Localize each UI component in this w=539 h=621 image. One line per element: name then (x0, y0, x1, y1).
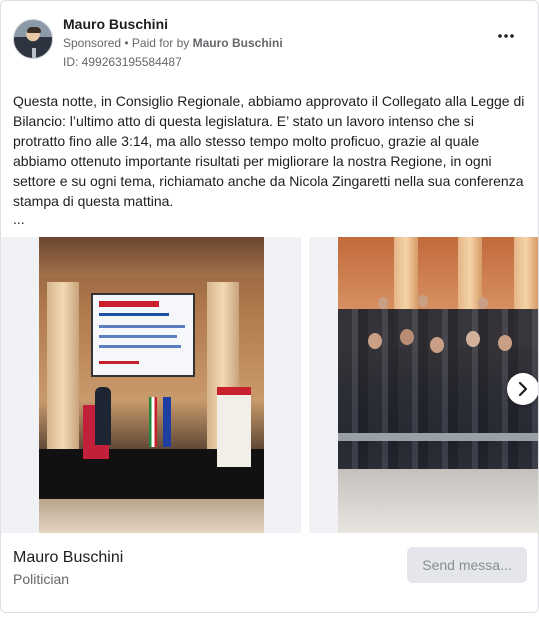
chevron-right-icon[interactable] (507, 373, 538, 405)
paid-for-prefix: • Paid for by (124, 36, 190, 50)
carousel-slide-1[interactable] (1, 237, 301, 533)
carousel-slide-2[interactable] (309, 237, 538, 533)
post-text: Questa notte, in Consiglio Regionale, ab… (13, 93, 525, 209)
ad-id: ID: 499263195584487 (63, 55, 182, 69)
paid-for-by-name: Mauro Buschini (192, 36, 283, 50)
post-header: Mauro Buschini Sponsored • Paid for by M… (13, 13, 526, 73)
page-name[interactable]: Mauro Buschini (13, 549, 123, 567)
author-avatar[interactable] (13, 19, 53, 59)
sponsored-label: Sponsored (63, 36, 122, 50)
sponsored-line: Sponsored • Paid for by Mauro Buschini (63, 36, 283, 50)
conference-stage-photo (39, 237, 264, 533)
see-more-ellipsis[interactable]: ... (13, 209, 25, 229)
image-carousel (1, 237, 538, 537)
author-name[interactable]: Mauro Buschini (63, 16, 168, 32)
send-message-button[interactable]: Send messa... (407, 547, 527, 583)
ad-footer: Mauro Buschini Politician Send messa... (1, 537, 538, 612)
more-horizontal-icon[interactable] (494, 27, 518, 43)
page-category: Politician (13, 571, 70, 587)
ad-card: Mauro Buschini Sponsored • Paid for by M… (0, 0, 539, 613)
